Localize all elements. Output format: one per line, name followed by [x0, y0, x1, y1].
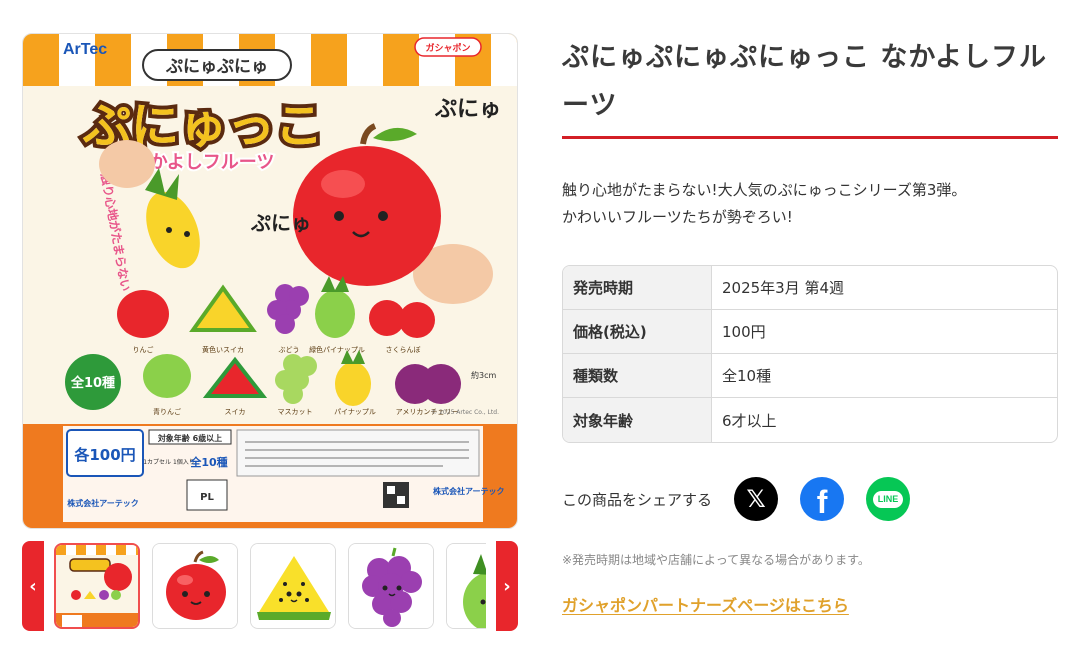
pl-mark: PL	[200, 492, 214, 503]
fruit-name: ぶどう	[279, 346, 300, 354]
maker-name: 株式会社アーテック	[67, 498, 139, 508]
thumbnail-carousel: ‹ ›	[22, 541, 518, 631]
copyright: © 2025 Artec Co., Ltd.	[431, 409, 499, 416]
chevron-right-icon: ›	[503, 575, 511, 597]
sfx-middle: ぷにゅ	[250, 211, 311, 235]
sfx-top: ぷにゅ	[434, 97, 501, 122]
age-label: 対象年齢 6歳以上	[157, 433, 222, 443]
spec-row-age: 対象年齢 6才以上	[563, 398, 1057, 442]
spec-key: 対象年齢	[563, 398, 712, 442]
spec-row-release: 発売時期 2025年3月 第4週	[563, 266, 1057, 310]
spec-key: 種類数	[563, 354, 712, 398]
share-label: この商品をシェアする	[562, 490, 713, 509]
description-line: かわいいフルーツたちが勢ぞろい!	[562, 208, 793, 226]
thumbnail-track	[54, 541, 486, 631]
brand-logo: ArTec	[63, 41, 107, 58]
product-info: ぷにゅぷにゅぷにゅっこ なかよしフルーツ 触り心地がたまらない!大人気のぷにゅっ…	[562, 34, 1058, 616]
package-art: ArTec ガシャポン ぷにゅぷにゅ ぷにゅっこ ぷにゅっこ なかよしフルーツ …	[23, 34, 517, 528]
fruit-name: パイナップル	[334, 408, 376, 416]
thumbnail-apple[interactable]	[152, 543, 238, 629]
spec-key: 価格(税込)	[563, 310, 712, 354]
spec-row-variants: 種類数 全10種	[563, 354, 1057, 398]
carousel-next-button[interactable]: ›	[496, 541, 518, 631]
spec-value: 全10種	[712, 354, 1057, 398]
apple-hero	[293, 146, 441, 286]
spec-value: 6才以上	[722, 411, 777, 430]
share-line-button[interactable]: LINE	[866, 477, 911, 521]
fruit-name: 黄色いスイカ	[202, 345, 244, 354]
price-label: 各100円	[73, 446, 135, 464]
share-bar: この商品をシェアする 𝕏 f LINE	[562, 477, 1058, 521]
spec-table: 発売時期 2025年3月 第4週 価格(税込) 100円 種類数 全10種 対象…	[562, 265, 1058, 443]
count-label: 全10種	[189, 455, 227, 469]
chevron-left-icon: ‹	[29, 575, 37, 597]
product-title: ぷにゅぷにゅぷにゅっこ なかよしフルーツ	[562, 42, 1048, 121]
share-x-button[interactable]: 𝕏	[734, 477, 779, 521]
thumbnail-yellow-watermelon[interactable]	[250, 543, 336, 629]
share-facebook-button[interactable]: f	[800, 477, 845, 521]
spec-value: 2025年3月 第4週	[712, 266, 1057, 310]
svg-text:全10種: 全10種	[70, 375, 115, 391]
description-line: 触り心地がたまらない!大人気のぷにゅっこシリーズ第3弾。	[562, 181, 967, 199]
x-logo-icon: 𝕏	[746, 485, 766, 513]
release-note: ※発売時期は地域や店舗によって異なる場合があります。	[562, 553, 870, 567]
fruit-name: りんご	[133, 345, 154, 354]
thumbnail-green-pineapple[interactable]	[446, 543, 486, 629]
gashapon-badge: ガシャポン	[425, 42, 470, 54]
main-product-image[interactable]: ArTec ガシャポン ぷにゅぷにゅ ぷにゅっこ ぷにゅっこ なかよしフルーツ …	[22, 33, 518, 529]
svg-text:株式会社アーテック: 株式会社アーテック	[433, 486, 505, 496]
spec-key: 発売時期	[563, 266, 712, 310]
series-small-title: ぷにゅぷにゅ	[165, 57, 268, 77]
fruit-name: マスカット	[278, 408, 313, 416]
capsule-note: 1カプセル 1個入り	[143, 458, 195, 466]
spec-value: 100円	[712, 310, 1057, 354]
title-divider	[562, 136, 1058, 139]
size-note: 約3cm	[471, 370, 496, 380]
qr-code	[383, 482, 409, 508]
fruit-name: さくらんぼ	[386, 346, 421, 354]
carousel-prev-button[interactable]: ‹	[22, 541, 44, 631]
thumbnail-grape[interactable]	[348, 543, 434, 629]
spec-row-price: 価格(税込) 100円	[563, 310, 1057, 354]
fruit-name: 緑色パイナップル	[309, 345, 365, 354]
facebook-logo-icon: f	[816, 484, 828, 520]
line-logo-icon: LINE	[872, 490, 904, 508]
thumbnail-package[interactable]	[54, 543, 140, 629]
product-description: 触り心地がたまらない!大人気のぷにゅっこシリーズ第3弾。 かわいいフルーツたちが…	[562, 177, 1058, 231]
fruit-name: スイカ	[225, 408, 246, 416]
partner-page-link[interactable]: ガシャポンパートナーズページはこちら	[562, 592, 849, 616]
fruit-name: 青りんご	[153, 407, 181, 416]
